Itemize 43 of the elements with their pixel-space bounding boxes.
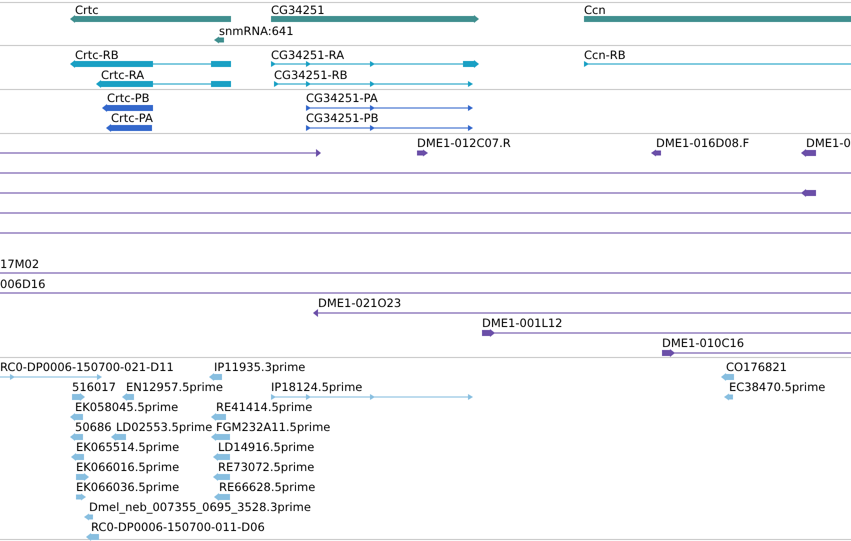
- feature-label: DME1-0: [806, 136, 851, 150]
- feature-label: RE41414.5prime: [216, 400, 312, 414]
- feature-label: LD14916.5prime: [218, 440, 314, 454]
- feature-label: 50686: [75, 420, 112, 434]
- feature-label: CG34251-PB: [306, 111, 378, 125]
- feature-label: EN12957.5prime: [126, 380, 223, 394]
- feature-label: EK058045.5prime: [75, 400, 178, 414]
- feature-label: RE66628.5prime: [219, 480, 316, 494]
- feature-label: CG34251: [271, 3, 325, 17]
- feature-label: 17M02: [0, 257, 40, 271]
- feature-label: CG34251-RA: [271, 48, 344, 62]
- feature-label: Crtc-RA: [101, 68, 144, 82]
- feature-label: EK066016.5prime: [76, 460, 180, 474]
- feature-label: Ccn: [584, 3, 606, 17]
- feature-label: CG34251-PA: [306, 91, 378, 105]
- feature-label: DME1-010C16: [662, 336, 744, 350]
- feature-label: EK066036.5prime: [76, 480, 180, 494]
- feature-label: DME1-016D08.F: [656, 136, 750, 150]
- feature-label: FGM232A11.5prime: [216, 420, 330, 434]
- feature-label: LD02553.5prime: [116, 420, 212, 434]
- feature-label: RC0-DP0006-150700-011-D06: [91, 520, 265, 534]
- feature-label: CG34251-RB: [274, 68, 348, 82]
- feature-label: EK065514.5prime: [76, 440, 180, 454]
- feature-label: 006D16: [0, 277, 46, 291]
- feature-label: Crtc: [75, 3, 99, 17]
- feature-label: 516017: [72, 380, 116, 394]
- feature-label: Dmel_neb_007355_0695_3528.3prime: [89, 500, 311, 514]
- feature-label: snmRNA:641: [219, 24, 294, 38]
- clone-feature[interactable]: [0, 148, 322, 158]
- feature-label: CO176821: [726, 360, 787, 374]
- feature-label: EC38470.5prime: [729, 380, 826, 394]
- feature-label: DME1-012C07.R: [417, 136, 511, 150]
- feature-label: DME1-001L12: [482, 316, 562, 330]
- feature-label: IP18124.5prime: [271, 380, 362, 394]
- feature-label: Crtc-PB: [107, 91, 150, 105]
- feature-label: Crtc-PA: [111, 111, 153, 125]
- feature-label: RE73072.5prime: [218, 460, 314, 474]
- feature-label: Ccn-RB: [584, 48, 626, 62]
- feature-label: RC0-DP0006-150700-021-D11: [0, 360, 174, 374]
- feature-label: Crtc-RB: [75, 48, 119, 62]
- feature-label: DME1-021O23: [318, 296, 402, 310]
- feature-label: IP11935.3prime: [214, 360, 306, 374]
- clone-feature[interactable]: [312, 308, 851, 318]
